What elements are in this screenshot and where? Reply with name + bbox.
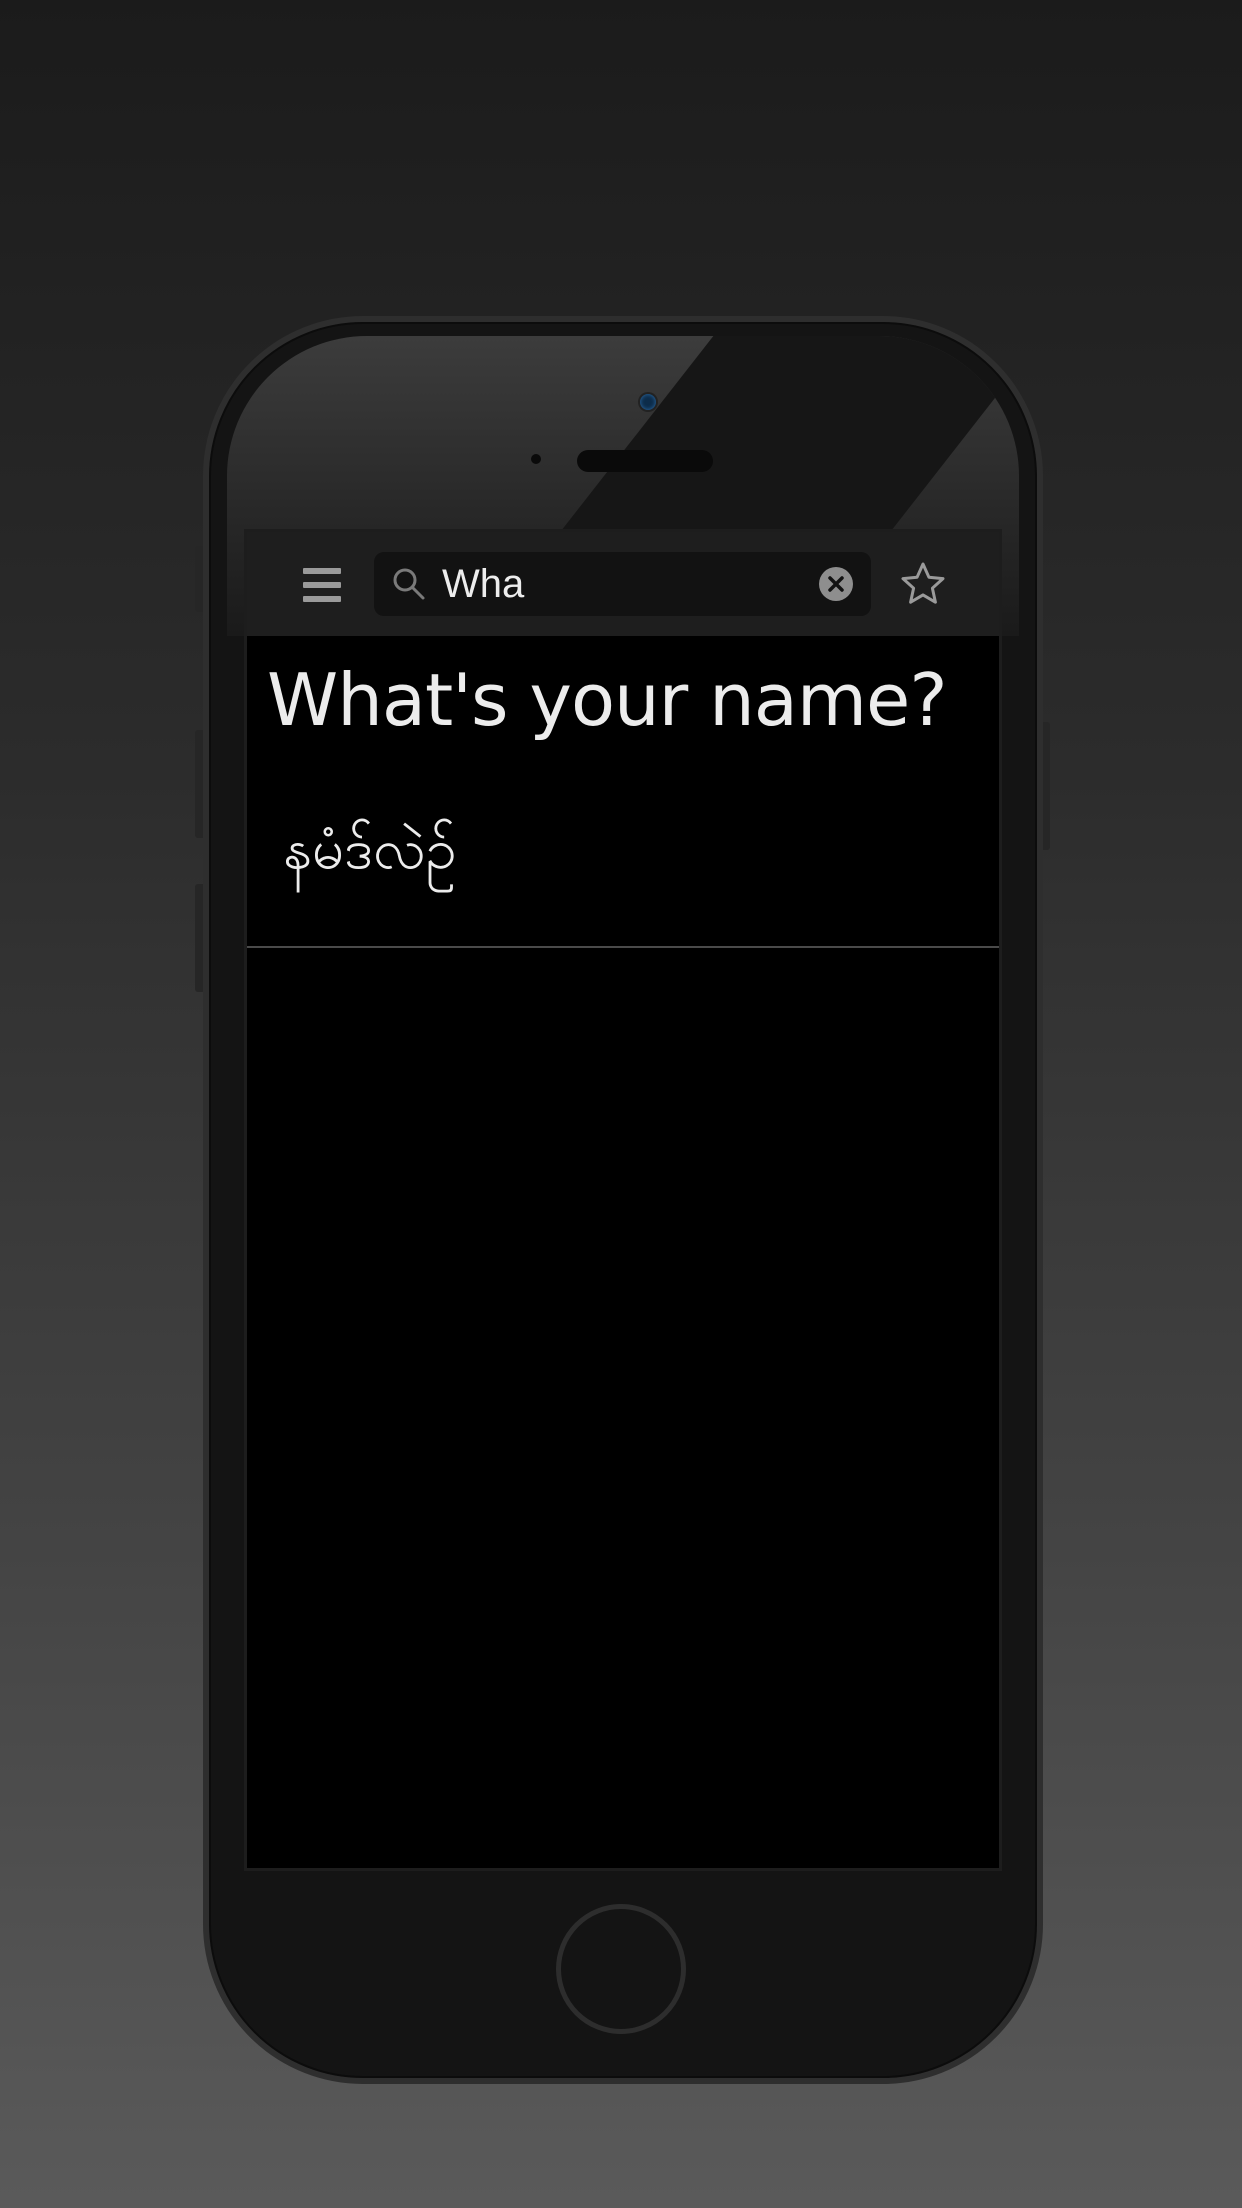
search-input[interactable]	[442, 556, 802, 612]
app-screen: What's your name? နမံဒ်လဲဉ်	[244, 529, 1002, 1871]
result-item[interactable]: What's your name? နမံဒ်လဲဉ်	[247, 636, 999, 948]
home-button[interactable]	[556, 1904, 686, 2034]
front-camera	[640, 394, 656, 410]
search-icon	[393, 568, 425, 600]
favorite-star-icon[interactable]	[900, 561, 946, 607]
earpiece-speaker	[577, 450, 713, 472]
search-box[interactable]	[374, 552, 871, 616]
proximity-sensor	[531, 454, 541, 464]
result-translation: နမံဒ်လဲဉ်	[283, 817, 457, 882]
clear-search-icon[interactable]	[819, 567, 853, 601]
result-phrase: What's your name?	[267, 658, 948, 742]
hamburger-menu-icon[interactable]	[303, 568, 341, 602]
search-toolbar	[247, 532, 999, 636]
